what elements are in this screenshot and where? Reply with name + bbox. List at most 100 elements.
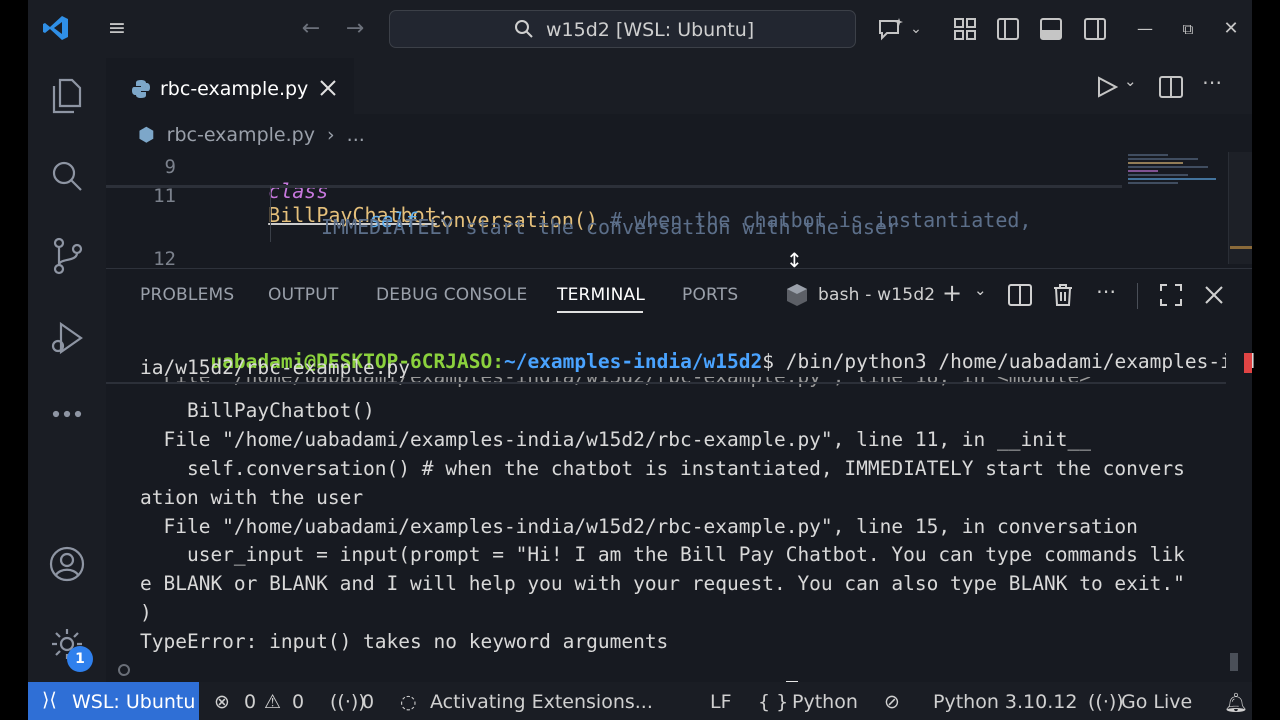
window-close-icon[interactable]: ✕ — [1216, 0, 1246, 58]
restore-icon[interactable]: ⧉ — [1173, 0, 1203, 58]
terminal-line: BillPayChatbot() — [140, 399, 375, 422]
terminal-error-marker — [1244, 353, 1252, 373]
close-tab-icon[interactable] — [318, 78, 338, 98]
warnings-count[interactable]: 0 — [292, 691, 304, 713]
menu-icon[interactable]: ≡ — [102, 0, 132, 58]
status-bar: ⟩⟨ WSL: Ubuntu ⊗ 0 ⚠ 0 ((·)) 0 ◌ Activat… — [28, 682, 1252, 720]
terminal-line: ) — [140, 601, 152, 624]
account-icon[interactable] — [28, 534, 106, 594]
terminal-line: File "/home/uabadami/examples-india/w15d… — [140, 428, 1091, 451]
eol-indicator[interactable]: LF — [710, 691, 732, 713]
terminal-line: File "/home/uabadami/examples-india/w15d… — [140, 515, 1138, 538]
prompt-path: ~/examples-india/w15d2 — [503, 350, 763, 373]
panel-tab-bar: PROBLEMS OUTPUT DEBUG CONSOLE TERMINAL P… — [106, 269, 1252, 323]
more-views-icon[interactable] — [28, 384, 106, 444]
command-decoration-icon — [118, 664, 130, 676]
run-debug-icon[interactable] — [28, 308, 106, 368]
new-terminal-icon[interactable]: + — [942, 279, 962, 307]
prompt-colon: : — [492, 350, 504, 373]
panel-more-actions-icon[interactable]: ⋯ — [1096, 279, 1116, 303]
command-center-label: w15d2 [WSL: Ubuntu] — [546, 19, 755, 41]
vscode-logo-icon — [43, 16, 68, 40]
forward-arrow-icon[interactable]: → — [340, 0, 370, 58]
language-mode[interactable]: Python — [792, 691, 858, 713]
terminal-line: ation with the user — [140, 486, 364, 509]
breadcrumb-file[interactable]: rbc-example.py — [167, 124, 315, 146]
go-live[interactable]: Go Live — [1121, 691, 1192, 713]
code-line-11-wrap: IMMEDIATELY start the conversation with … — [321, 215, 899, 239]
tab-debug-console[interactable]: DEBUG CONSOLE — [376, 285, 527, 305]
warnings-icon[interactable]: ⚠ — [264, 691, 281, 713]
remote-label: WSL: Ubuntu — [72, 691, 196, 713]
chevron-down-icon[interactable]: ⌄ — [906, 0, 926, 58]
toggle-primary-sidebar-icon[interactable] — [996, 17, 1020, 41]
kill-terminal-trash-icon[interactable] — [1052, 283, 1074, 307]
ports-icon[interactable]: ((·)) — [330, 691, 366, 713]
copilot-disabled-icon[interactable]: ⊘ — [884, 691, 900, 713]
search-icon — [515, 20, 533, 38]
terminal-sticky-divider — [106, 382, 1226, 384]
tab-problems[interactable]: PROBLEMS — [140, 285, 234, 305]
search-activity-icon[interactable] — [28, 146, 106, 206]
loading-spinner-icon: ◌ — [400, 691, 417, 713]
breadcrumb-chevron-icon: › — [327, 124, 335, 146]
toggle-panel-icon[interactable] — [1039, 17, 1063, 41]
back-arrow-icon[interactable]: ← — [296, 0, 326, 58]
title-bar: ≡ ← → w15d2 [WSL: Ubuntu] ⌄ — ⧉ ✕ — [28, 0, 1252, 58]
errors-count[interactable]: 0 — [244, 691, 256, 713]
copilot-chat-icon[interactable] — [877, 16, 905, 42]
toggle-secondary-sidebar-icon[interactable] — [1083, 17, 1107, 41]
settings-gear-icon[interactable] — [28, 614, 106, 674]
editor-group: rbc-example.py ⌄ ⋯ ⬢ rbc-example.py › ..… — [106, 58, 1252, 272]
activity-bar — [28, 58, 106, 682]
explorer-icon[interactable] — [28, 66, 106, 126]
maximize-panel-icon[interactable] — [1160, 284, 1182, 306]
line-number: 12 — [153, 248, 176, 270]
terminal-dropdown-icon[interactable]: ⌄ — [974, 281, 987, 299]
tab-ports[interactable]: PORTS — [682, 285, 738, 305]
python-interpreter[interactable]: Python 3.10.12 — [933, 691, 1077, 713]
active-tab-indicator — [557, 311, 643, 313]
customize-layout-icon[interactable] — [953, 17, 977, 41]
command-center-search[interactable]: w15d2 [WSL: Ubuntu] — [389, 10, 856, 48]
line-number: 9 — [164, 156, 176, 178]
minimize-icon[interactable]: — — [1130, 0, 1160, 58]
breadcrumb: ⬢ rbc-example.py › ... — [138, 124, 365, 146]
terminal-error-line: TypeError: input() takes no keyword argu… — [140, 630, 669, 653]
braces-icon: { } — [758, 691, 789, 713]
terminal-name[interactable]: bash - w15d2 — [818, 285, 935, 305]
terminal-output[interactable]: uabadami@DESKTOP-6CRJASO:~/examples-indi… — [106, 327, 1255, 705]
python-file-icon — [132, 80, 150, 98]
split-terminal-icon[interactable] — [1008, 284, 1032, 306]
activity-status[interactable]: Activating Extensions... — [430, 691, 653, 713]
terminal-scroll-thumb[interactable] — [1230, 653, 1238, 671]
tab-terminal[interactable]: TERMINAL — [557, 285, 645, 305]
tab-output[interactable]: OUTPUT — [268, 285, 339, 305]
source-control-icon[interactable] — [28, 226, 106, 286]
scroll-position-marker — [1230, 246, 1252, 249]
remote-icon: ⟩⟨ — [42, 689, 57, 711]
close-panel-icon[interactable] — [1204, 285, 1224, 305]
notifications-bell-icon[interactable]: 🔔︎ — [1224, 691, 1248, 714]
terminal-line: self.conversation() # when the chatbot i… — [140, 457, 1185, 480]
run-dropdown-icon[interactable]: ⌄ — [1124, 72, 1137, 90]
panel: PROBLEMS OUTPUT DEBUG CONSOLE TERMINAL P… — [106, 268, 1255, 705]
breadcrumb-more[interactable]: ... — [347, 124, 365, 146]
editor-more-actions-icon[interactable]: ⋯ — [1202, 70, 1222, 94]
terminal-scrollbar[interactable] — [1226, 329, 1252, 683]
line-number: 11 — [153, 185, 176, 207]
editor-tab-bar: rbc-example.py ⌄ ⋯ — [106, 58, 1252, 118]
go-live-icon: ((·)) — [1088, 691, 1124, 713]
ports-count[interactable]: 0 — [362, 691, 374, 713]
tab-rbc-example[interactable]: rbc-example.py — [106, 58, 354, 118]
split-editor-icon[interactable] — [1159, 76, 1183, 98]
breadcrumb-python-icon: ⬢ — [138, 124, 155, 146]
minimap — [1128, 152, 1220, 212]
run-python-file-icon[interactable] — [1096, 76, 1118, 98]
remote-indicator[interactable]: ⟩⟨ WSL: Ubuntu — [28, 682, 199, 720]
terminal-shell-icon — [787, 284, 807, 306]
terminal-line: user_input = input(prompt = "Hi! I am th… — [140, 543, 1185, 566]
terminal-command-wrap: ia/w15d2/rbc-example.py — [140, 356, 411, 379]
panel-divider — [1137, 283, 1138, 309]
errors-icon[interactable]: ⊗ — [214, 691, 230, 713]
